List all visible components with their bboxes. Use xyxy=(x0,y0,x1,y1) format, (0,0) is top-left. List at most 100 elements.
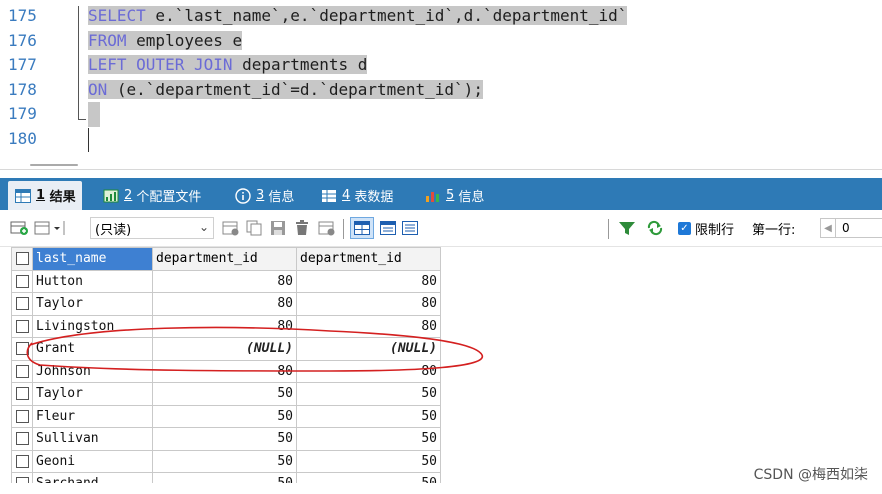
cell-department-id[interactable]: 50 xyxy=(296,472,441,483)
text-view-button[interactable] xyxy=(402,217,418,239)
cell-last-name[interactable]: Grant xyxy=(32,337,153,361)
form-view-button[interactable] xyxy=(380,217,396,239)
table-row[interactable]: Livingston 80 80 xyxy=(11,314,441,338)
cell-department-id[interactable]: 80 xyxy=(296,359,441,383)
filter-icon xyxy=(619,222,635,235)
sql-editor[interactable]: 175 176 177 178 179 180 SELECT e.`last_n… xyxy=(0,0,882,158)
add-row-button[interactable] xyxy=(10,217,30,239)
row-checkbox[interactable] xyxy=(11,472,33,483)
column-header[interactable]: department_id xyxy=(152,247,297,271)
cell-last-name[interactable]: Geoni xyxy=(32,449,153,473)
checkbox-icon xyxy=(15,342,29,356)
cell-department-id[interactable]: 50 xyxy=(296,427,441,451)
refresh-button[interactable] xyxy=(646,217,664,239)
tab-info[interactable]: 3 信息 xyxy=(234,181,294,210)
tab-table-data[interactable]: 4 表数据 xyxy=(320,181,393,210)
select-all-checkbox[interactable] xyxy=(11,247,33,271)
table-row[interactable]: Taylor 50 50 xyxy=(11,382,441,406)
cell-department-id[interactable]: 50 xyxy=(152,404,297,428)
cell-department-id[interactable]: 50 xyxy=(296,404,441,428)
selection-block xyxy=(88,102,100,127)
checkbox-icon xyxy=(15,297,29,311)
cell-last-name[interactable]: Hutton xyxy=(32,269,153,293)
cell-last-name[interactable]: Fleur xyxy=(32,404,153,428)
cell-department-id[interactable]: 80 xyxy=(152,314,297,338)
first-row-input[interactable]: ◀ 0 xyxy=(820,218,882,238)
readonly-select[interactable]: (只读) ⌄ xyxy=(90,217,214,239)
save-button[interactable] xyxy=(270,217,288,239)
table-row[interactable]: Sarchand5050 xyxy=(11,472,441,483)
tab-info-2[interactable]: 5 信息 xyxy=(424,181,484,210)
view-mode-dropdown[interactable] xyxy=(34,217,66,239)
result-grid-icon xyxy=(14,188,32,204)
table-row[interactable]: Taylor 80 80 xyxy=(11,292,441,316)
cancel-changes-button[interactable] xyxy=(318,217,336,239)
table-row[interactable]: Hutton 80 80 xyxy=(11,269,441,293)
toolbar-separator xyxy=(343,219,344,239)
cell-last-name[interactable]: Johnson xyxy=(32,359,153,383)
grid-view-button[interactable] xyxy=(350,217,374,239)
checkbox-icon xyxy=(15,364,29,378)
cell-department-id[interactable]: 50 xyxy=(152,472,297,483)
cell-department-id[interactable]: 50 xyxy=(296,382,441,406)
cell-department-id[interactable]: 80 xyxy=(296,292,441,316)
pane-splitter-handle[interactable] xyxy=(30,164,78,166)
result-grid-viewport[interactable]: last_name department_id department_id Hu… xyxy=(0,247,882,483)
tab-number: 1 xyxy=(36,188,46,203)
table-row[interactable]: Grant (NULL) (NULL) xyxy=(11,337,441,361)
filter-button[interactable] xyxy=(618,217,636,239)
line-number-gutter: 175 176 177 178 179 180 xyxy=(0,4,52,152)
cell-department-id[interactable]: 80 xyxy=(152,269,297,293)
table-row[interactable]: Johnson 80 80 xyxy=(11,359,441,383)
cell-department-id[interactable]: 80 xyxy=(296,314,441,338)
row-checkbox[interactable] xyxy=(11,292,33,316)
cell-department-id[interactable]: 50 xyxy=(152,449,297,473)
code-area[interactable]: SELECT e.`last_name`,e.`department_id`,d… xyxy=(88,4,628,127)
table-row[interactable]: Geoni 50 50 xyxy=(11,449,441,473)
checkbox-icon xyxy=(15,319,29,333)
cell-department-id[interactable]: 80 xyxy=(152,359,297,383)
grid-body: Hutton 80 80 Taylor 80 80 Livingston 80 80 Grant(… xyxy=(11,269,441,483)
tab-label: 信息 xyxy=(268,190,295,205)
cell-department-id[interactable]: 80 xyxy=(152,292,297,316)
cell-last-name[interactable]: Sarchand xyxy=(32,472,153,483)
row-checkbox[interactable] xyxy=(11,359,33,383)
row-checkbox[interactable] xyxy=(11,404,33,428)
chevron-left-icon[interactable]: ◀ xyxy=(821,219,836,237)
sql-keyword: FROM xyxy=(88,30,127,50)
cell-last-name[interactable]: Sullivan xyxy=(32,427,153,451)
row-checkbox[interactable] xyxy=(11,427,33,451)
tab-results[interactable]: 1 结果 xyxy=(8,181,82,210)
cell-department-id[interactable]: 50 xyxy=(152,382,297,406)
row-checkbox[interactable] xyxy=(11,337,33,361)
line-number: 179 xyxy=(8,104,37,124)
cell-department-id[interactable]: (NULL) xyxy=(296,337,441,361)
code-line xyxy=(88,102,627,127)
text-view-icon xyxy=(402,221,418,235)
cell-last-name[interactable]: Taylor xyxy=(32,382,153,406)
limit-rows-toggle[interactable]: ✓ 限制行 xyxy=(678,217,734,239)
row-checkbox[interactable] xyxy=(11,269,33,293)
limit-rows-label: 限制行 xyxy=(695,222,735,238)
table-icon xyxy=(320,188,338,204)
row-checkbox[interactable] xyxy=(11,314,33,338)
cell-department-id[interactable]: 80 xyxy=(296,269,441,293)
cell-department-id[interactable]: 50 xyxy=(152,427,297,451)
fold-guide[interactable] xyxy=(78,6,79,120)
cell-department-id[interactable]: 50 xyxy=(296,449,441,473)
grid-view-icon xyxy=(354,221,370,235)
cell-last-name[interactable]: Livingston xyxy=(32,314,153,338)
column-header[interactable]: last_name xyxy=(32,247,153,271)
column-header[interactable]: department_id xyxy=(296,247,441,271)
save-changes-button[interactable] xyxy=(222,217,240,239)
row-checkbox[interactable] xyxy=(11,382,33,406)
cell-last-name[interactable]: Taylor xyxy=(32,292,153,316)
cell-department-id[interactable]: (NULL) xyxy=(152,337,297,361)
copy-row-button[interactable] xyxy=(246,217,264,239)
checkbox-icon xyxy=(15,432,29,446)
delete-row-button[interactable] xyxy=(294,217,312,239)
table-row[interactable]: Sullivan 50 50 xyxy=(11,427,441,451)
row-checkbox[interactable] xyxy=(11,449,33,473)
tab-profiles[interactable]: 2 个配置文件 xyxy=(102,181,201,210)
table-row[interactable]: Fleur 50 50 xyxy=(11,404,441,428)
